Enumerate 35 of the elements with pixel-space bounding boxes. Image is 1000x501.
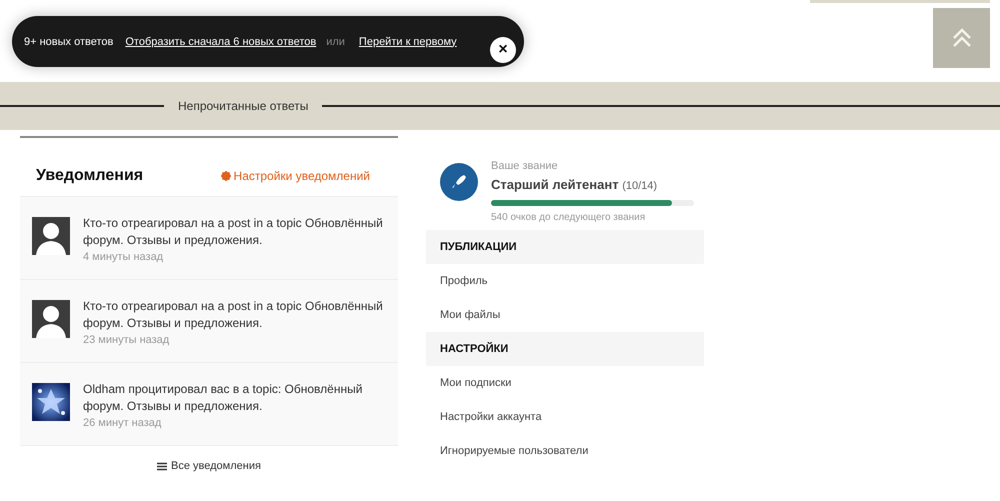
rank-name: Старший лейтенант (10/14)	[491, 177, 658, 192]
double-chevron-up-icon	[950, 27, 972, 49]
menu-section-header: НАСТРОЙКИ	[426, 332, 704, 366]
avatar-silhouette-icon	[32, 300, 70, 338]
menu-item[interactable]: Игнорируемые пользователи	[426, 434, 704, 468]
menu-icon	[157, 462, 168, 470]
new-replies-count: 9+ новых ответов	[24, 36, 114, 48]
notification-time: 26 минут назад	[83, 416, 162, 431]
notification-text: Кто-то отреагировал на a post in a topic Обновлённый форум. Отзывы и предложения.	[83, 215, 384, 249]
notification-item[interactable]: Кто-то отреагировал на a post in a topic Обновлённый форум. Отзывы и предложения. 23 минуты назад	[20, 280, 398, 363]
notification-time: 4 минуты назад	[83, 250, 164, 265]
gear-icon	[220, 171, 231, 181]
divider-label: Непрочитанные ответы	[178, 99, 308, 113]
separator-text: или	[326, 36, 345, 48]
show-new-replies-link[interactable]: Отобразить сначала 6 новых ответов	[125, 36, 316, 48]
menu-item[interactable]: Мои файлы	[426, 298, 704, 332]
rank-points-text: 540 очков до следующего звания	[491, 212, 646, 223]
menu-item[interactable]: Профиль	[426, 264, 704, 298]
notification-text: Oldham процитировал вас в a topic: Обновлённый форум. Отзывы и предложения.	[83, 381, 364, 415]
notifications-title: Уведомления	[36, 167, 144, 185]
notification-item[interactable]: Кто-то отреагировал на a post in a topic Обновлённый форум. Отзывы и предложения. 4 минуты назад	[20, 197, 398, 280]
rocket-icon	[440, 163, 478, 201]
menu-item[interactable]: Мои подписки	[426, 366, 704, 400]
notification-settings-link[interactable]: Настройки уведомлений	[220, 169, 370, 183]
notification-time: 23 минуты назад	[83, 333, 170, 348]
close-button[interactable]: ×	[490, 36, 516, 62]
jump-to-first-link[interactable]: Перейти к первому	[358, 36, 457, 48]
scroll-top-button[interactable]	[933, 8, 990, 68]
all-notifications-link[interactable]: Все уведомления	[157, 460, 261, 472]
notification-text: Кто-то отреагировал на a post in a topic Обновлённый форум. Отзывы и предложения.	[83, 298, 384, 332]
notification-item[interactable]: Oldham процитировал вас в a topic: Обновлённый форум. Отзывы и предложения. 26 минут назад	[20, 363, 398, 446]
menu-section-header: ПУБЛИКАЦИИ	[426, 230, 704, 264]
avatar-silhouette-icon	[32, 217, 70, 255]
rank-caption: Ваше звание	[491, 160, 559, 172]
menu-item[interactable]: Настройки аккаунта	[426, 400, 704, 434]
